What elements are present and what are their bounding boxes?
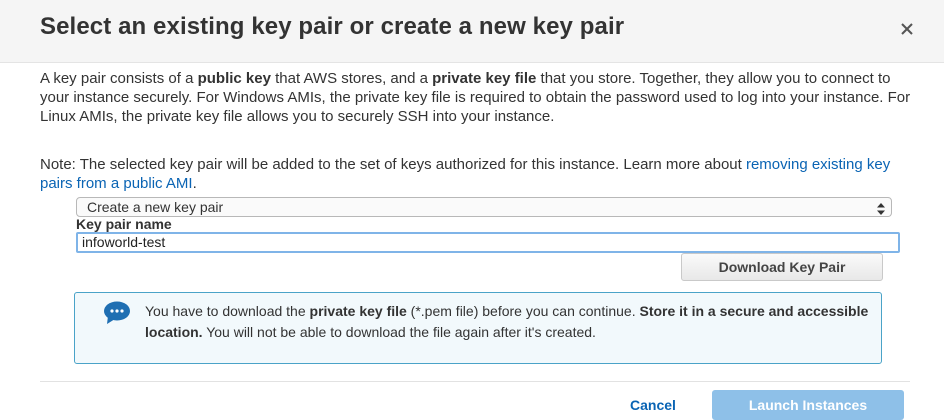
intro-text: that AWS stores, and a bbox=[270, 70, 433, 87]
download-key-pair-button[interactable]: Download Key Pair bbox=[681, 253, 883, 281]
info-alert: You have to download the private key fil… bbox=[74, 292, 882, 364]
note-text: Note: The selected key pair will be adde… bbox=[40, 156, 746, 173]
chat-bubble-icon bbox=[103, 301, 131, 325]
info-text-part: You will not be able to download the fil… bbox=[202, 324, 596, 340]
intro-paragraph: A key pair consists of a public key that… bbox=[40, 69, 920, 126]
footer-divider bbox=[40, 381, 910, 382]
info-private-key-file: private key file bbox=[309, 303, 407, 319]
dialog-title: Select an existing key pair or create a … bbox=[40, 13, 625, 40]
info-text-part: You have to download the bbox=[145, 303, 310, 319]
info-text-part: (*.pem file) before you can continue. bbox=[406, 303, 640, 319]
intro-text: A key pair consists of a bbox=[40, 70, 198, 87]
dialog-header: Select an existing key pair or create a … bbox=[0, 0, 944, 63]
close-icon[interactable] bbox=[896, 18, 918, 40]
intro-public-key: public key bbox=[197, 70, 271, 87]
key-pair-select-value: Create a new key pair bbox=[87, 199, 224, 215]
info-text: You have to download the private key fil… bbox=[145, 301, 870, 343]
note-suffix: . bbox=[192, 175, 197, 192]
key-pair-name-label: Key pair name bbox=[76, 216, 172, 232]
intro-private-key-file: private key file bbox=[432, 70, 537, 87]
launch-instances-button[interactable]: Launch Instances bbox=[712, 390, 904, 420]
key-pair-select[interactable]: Create a new key pair bbox=[76, 197, 892, 217]
note-paragraph: Note: The selected key pair will be adde… bbox=[40, 155, 920, 193]
key-pair-name-input[interactable] bbox=[76, 232, 900, 253]
select-arrows-icon bbox=[877, 201, 885, 215]
cancel-button[interactable]: Cancel bbox=[630, 397, 676, 413]
